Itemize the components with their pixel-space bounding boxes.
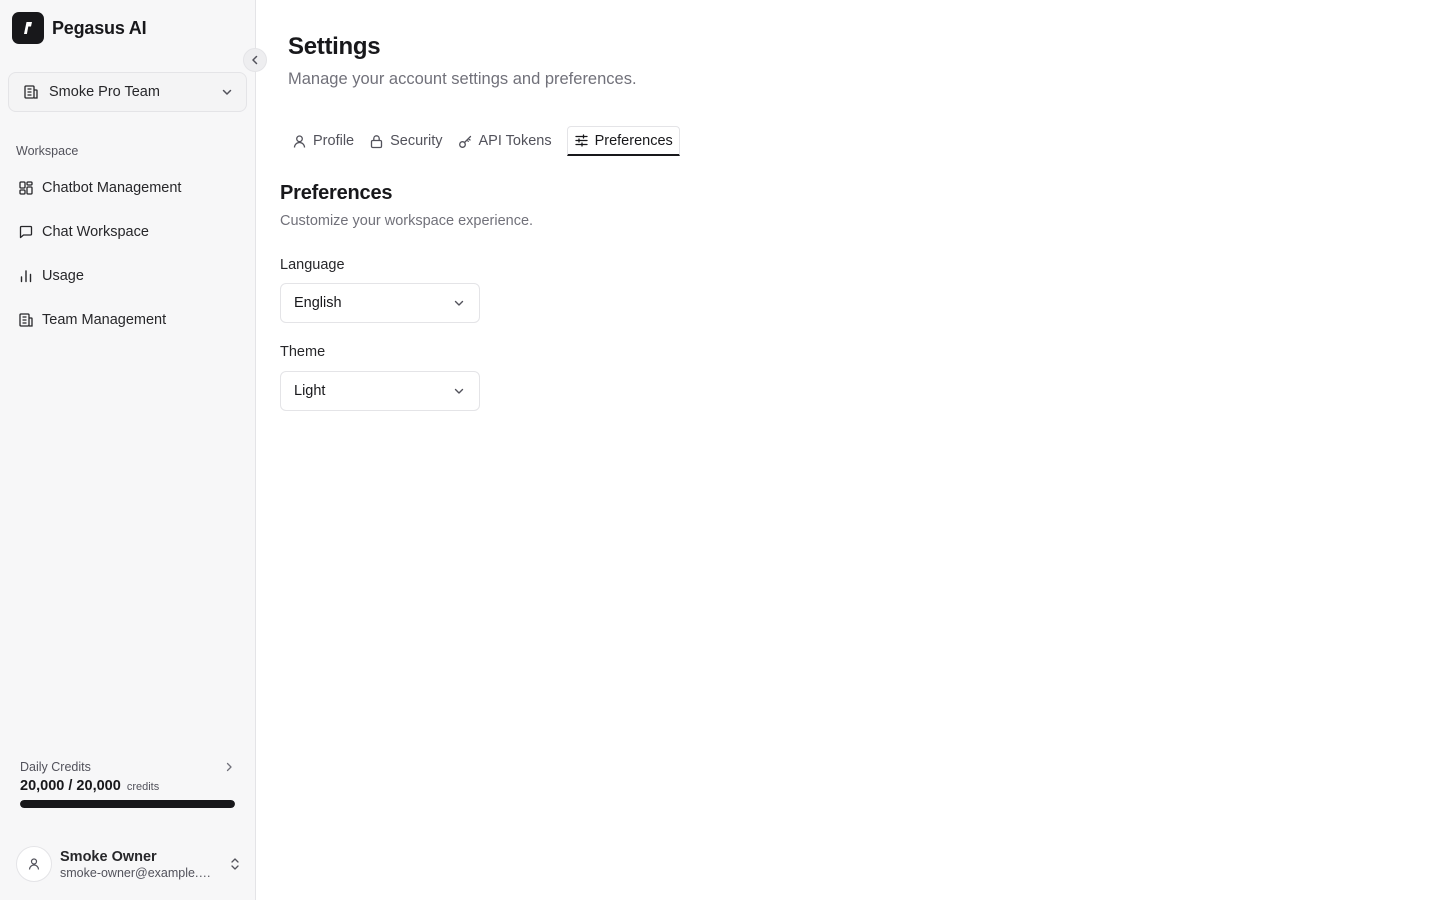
sidebar-item-label: Team Management — [42, 312, 167, 328]
team-name: Smoke Pro Team — [49, 84, 160, 100]
sidebar-item-chatbot-management[interactable]: Chatbot Management — [8, 166, 248, 210]
user-info: Smoke Owner smoke-owner@example.com — [60, 849, 228, 880]
sidebar-item-label: Usage — [42, 268, 84, 284]
preferences-title: Preferences — [280, 182, 393, 204]
chevron-right-icon — [226, 762, 232, 772]
building-icon — [24, 85, 38, 99]
sidebar-item-usage[interactable]: Usage — [8, 254, 248, 298]
tab-profile[interactable]: Profile — [286, 126, 360, 156]
team-switcher[interactable]: Smoke Pro Team — [8, 72, 247, 112]
bar-chart-icon — [20, 270, 32, 283]
credits-progress-bar — [20, 800, 235, 808]
tab-label: API Tokens — [478, 133, 552, 149]
chevrons-up-down-icon — [231, 858, 239, 870]
preferences-description: Customize your workspace experience. — [280, 213, 534, 229]
language-value: English — [294, 295, 342, 311]
user-icon — [293, 134, 306, 148]
workspace-section-label: Workspace — [16, 144, 79, 158]
chevron-down-icon — [454, 300, 464, 306]
language-select[interactable]: English — [280, 283, 480, 323]
chevron-left-icon — [252, 55, 258, 65]
tab-api-tokens[interactable]: API Tokens — [452, 126, 558, 156]
user-icon — [28, 858, 40, 870]
credits-label: Daily Credits — [20, 760, 91, 774]
main-content: Settings Manage your account settings an… — [256, 0, 1440, 900]
sidebar-nav: Chatbot Management Chat Workspace Usage … — [8, 166, 248, 342]
daily-credits-link[interactable]: Daily Credits — [20, 760, 235, 774]
sliders-icon — [574, 134, 588, 147]
user-menu[interactable]: Smoke Owner smoke-owner@example.com — [16, 846, 242, 882]
sidebar: Pegasus AI Smoke Pro Team Workspace Chat… — [0, 0, 267, 900]
credits-progress-fill — [20, 800, 235, 808]
key-icon — [458, 135, 471, 148]
settings-tabs: Profile Security API Tokens Preferences — [286, 126, 680, 156]
tab-label: Security — [390, 133, 443, 149]
message-square-icon — [19, 225, 33, 239]
lock-icon — [370, 134, 383, 148]
tab-label: Preferences — [594, 132, 673, 149]
user-name: Smoke Owner — [60, 848, 157, 865]
tab-preferences[interactable]: Preferences — [566, 126, 680, 156]
sidebar-item-chat-workspace[interactable]: Chat Workspace — [8, 210, 248, 254]
language-label: Language — [280, 257, 345, 273]
sidebar-item-label: Chat Workspace — [42, 224, 149, 240]
sidebar-item-label: Chatbot Management — [42, 180, 182, 196]
page-subtitle: Manage your account settings and prefere… — [288, 70, 637, 88]
building-icon — [19, 313, 33, 327]
app-name: Pegasus AI — [52, 17, 147, 38]
brand[interactable]: Pegasus AI — [12, 12, 147, 44]
credits-amount: 20,000 / 20,000 credits — [20, 778, 235, 794]
credits-unit: credits — [126, 781, 160, 793]
chevron-down-icon — [454, 388, 464, 394]
chevron-down-icon — [222, 89, 232, 95]
pegasus-logo-icon — [12, 12, 44, 44]
layout-grid-icon — [19, 181, 33, 195]
theme-value: Light — [294, 383, 326, 399]
theme-label: Theme — [280, 344, 326, 360]
user-email: smoke-owner@example.com — [60, 865, 212, 880]
collapse-sidebar-button[interactable] — [243, 48, 267, 72]
daily-credits: Daily Credits 20,000 / 20,000 credits — [20, 760, 235, 808]
page-title: Settings — [288, 33, 381, 60]
sidebar-item-team-management[interactable]: Team Management — [8, 298, 248, 342]
tab-label: Profile — [313, 133, 355, 149]
theme-select[interactable]: Light — [280, 371, 480, 411]
credits-value: 20,000 / 20,000 — [20, 778, 121, 794]
avatar — [16, 846, 52, 882]
tab-security[interactable]: Security — [363, 126, 448, 156]
